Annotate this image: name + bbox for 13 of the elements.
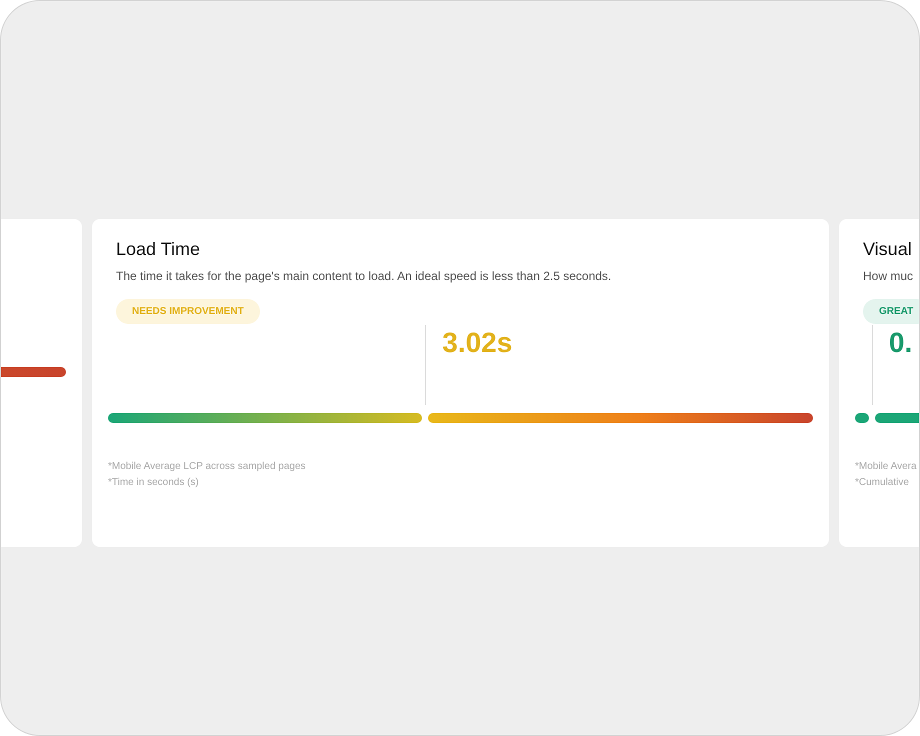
footnote: *Mobile Average LCP across sampled pages [108,460,307,474]
metric-value: 3.02s [442,326,512,358]
status-badge: GREAT [863,298,919,324]
footnote: *Mobile Avera [855,460,918,474]
card-description: The time it takes for the page's main content to load. An ideal speed is less than 2.5 seconds. [116,268,612,284]
gauge-segment [855,412,869,422]
status-badge: NEEDS IMPROVEMENT [116,298,260,324]
footnote: *Time in seconds (s) [108,476,200,490]
card-description: How muc [863,268,914,284]
card-title: Visual [863,238,913,260]
card-title: Load Time [116,238,202,260]
metric-value: 0. [888,326,912,358]
footnote: *Cumulative [855,476,910,490]
